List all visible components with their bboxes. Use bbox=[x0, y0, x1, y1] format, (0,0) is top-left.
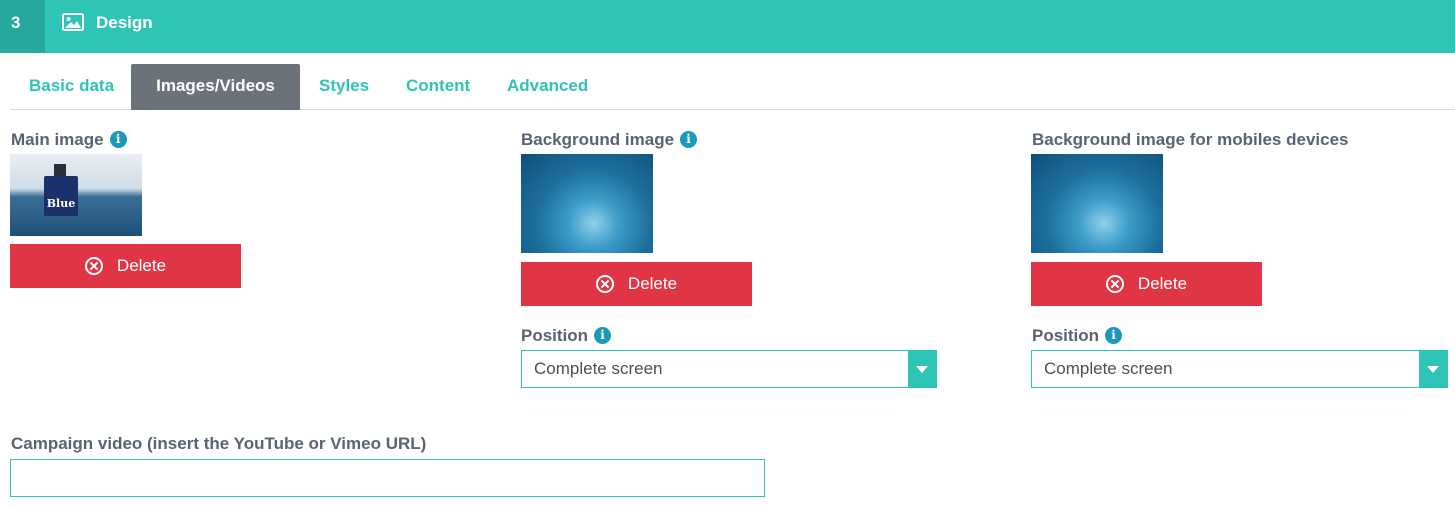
background-image-label-text: Background image bbox=[521, 130, 675, 149]
chevron-down-icon[interactable] bbox=[908, 351, 936, 387]
delete-circle-icon bbox=[84, 257, 103, 275]
campaign-video-input[interactable] bbox=[10, 459, 765, 497]
main-image-label: Main image i bbox=[11, 130, 127, 150]
main-image-thumbnail: Blue bbox=[10, 154, 142, 236]
background-mobile-label-text: Background image for mobiles devices bbox=[1032, 130, 1349, 149]
background-mobile-delete-button[interactable]: Delete bbox=[1031, 262, 1262, 306]
background-image-thumbnail bbox=[521, 154, 653, 253]
tab-advanced[interactable]: Advanced bbox=[507, 64, 588, 110]
background-image-label: Background image i bbox=[521, 130, 698, 150]
delete-circle-icon bbox=[595, 275, 614, 293]
background-position-label: Position i bbox=[521, 326, 612, 346]
info-icon[interactable]: i bbox=[594, 327, 612, 344]
tab-bar: Basic data Images/Videos Styles Content … bbox=[10, 64, 1455, 110]
info-icon[interactable]: i bbox=[1105, 327, 1123, 344]
background-position-select[interactable]: Complete screen bbox=[521, 350, 937, 388]
delete-label: Delete bbox=[1137, 274, 1188, 293]
mobile-position-select[interactable]: Complete screen bbox=[1031, 350, 1448, 388]
delete-label: Delete bbox=[627, 274, 678, 293]
tab-styles[interactable]: Styles bbox=[319, 64, 369, 110]
chevron-down-icon[interactable] bbox=[1419, 351, 1447, 387]
tab-content[interactable]: Content bbox=[406, 64, 470, 110]
mobile-position-label: Position i bbox=[1032, 326, 1123, 346]
section-header: 3 Design bbox=[0, 0, 1455, 53]
select-value: Complete screen bbox=[534, 359, 663, 378]
background-mobile-thumbnail bbox=[1031, 154, 1163, 253]
background-image-delete-button[interactable]: Delete bbox=[521, 262, 752, 306]
info-icon[interactable]: i bbox=[109, 131, 127, 148]
bottle-label: Blue bbox=[46, 197, 76, 210]
background-position-label-text: Position bbox=[521, 326, 589, 345]
mobile-position-label-text: Position bbox=[1032, 326, 1100, 345]
section-title: Design bbox=[96, 13, 153, 32]
select-value: Complete screen bbox=[1044, 359, 1173, 378]
campaign-video-label: Campaign video (insert the YouTube or Vi… bbox=[11, 434, 427, 453]
tab-basic-data[interactable]: Basic data bbox=[29, 64, 114, 110]
tab-images-videos[interactable]: Images/Videos bbox=[131, 64, 300, 110]
info-icon[interactable]: i bbox=[680, 131, 698, 148]
delete-circle-icon bbox=[1105, 275, 1124, 293]
bottle bbox=[44, 176, 78, 216]
background-mobile-label: Background image for mobiles devices bbox=[1032, 130, 1348, 150]
main-image-label-text: Main image bbox=[11, 130, 104, 149]
bottle-cap bbox=[54, 164, 66, 176]
delete-label: Delete bbox=[116, 256, 167, 275]
image-icon bbox=[62, 13, 84, 36]
step-number: 3 bbox=[0, 0, 45, 53]
main-image-delete-button[interactable]: Delete bbox=[10, 244, 241, 288]
